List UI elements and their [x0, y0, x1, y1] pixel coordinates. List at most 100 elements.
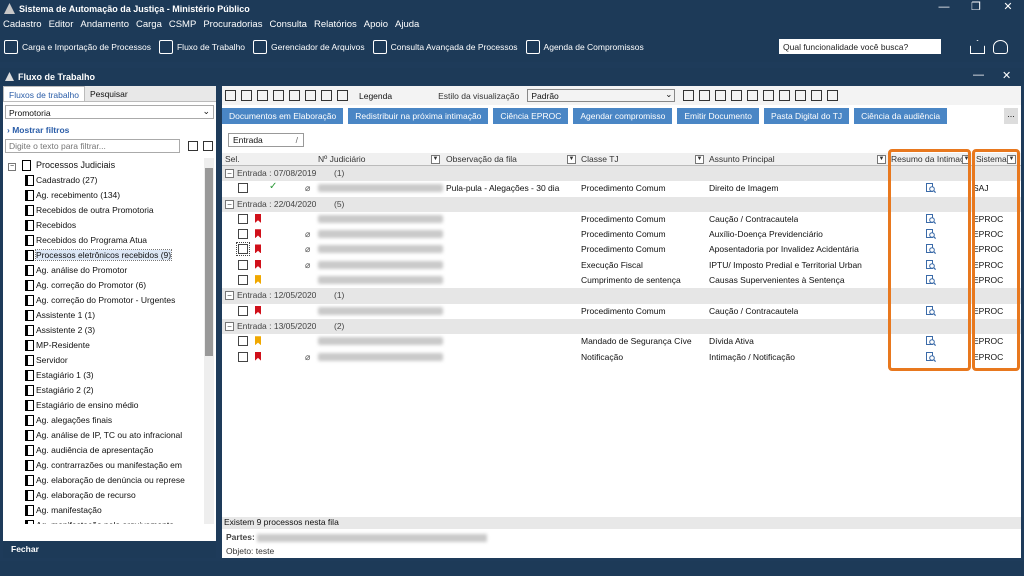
toolbar-item-4[interactable]: Agenda de Compromissos	[525, 40, 644, 54]
col-sel[interactable]: Sel.	[225, 154, 240, 164]
action-button-1[interactable]: Redistribuir na próxima intimação	[348, 108, 489, 124]
print2-icon[interactable]	[811, 90, 823, 101]
tree-item[interactable]: Estagiário 1 (3)	[3, 368, 202, 383]
tree-item[interactable]: Servidor	[3, 353, 202, 368]
close-icon[interactable]: ✕	[992, 0, 1024, 17]
row-checkbox[interactable]	[238, 213, 248, 224]
tab-search[interactable]: Pesquisar	[85, 86, 133, 101]
menu-editor[interactable]: Editor	[49, 19, 74, 30]
action-button-4[interactable]: Emitir Documento	[677, 108, 759, 124]
more-button[interactable]: ...	[1004, 108, 1018, 124]
attach-icon[interactable]	[731, 90, 743, 101]
home-icon[interactable]	[970, 40, 985, 54]
toolbar-item-2[interactable]: Gerenciador de Arquivos	[253, 40, 365, 54]
office-select[interactable]: Promotoria ⌄	[5, 105, 214, 119]
menu-cadastro[interactable]: Cadastro	[3, 19, 42, 30]
scroll-thumb[interactable]	[205, 168, 213, 356]
toolbar-item-0[interactable]: Carga e Importação de Processos	[4, 40, 151, 54]
tree-item[interactable]: Ag. elaboração de denúncia ou represe	[3, 473, 202, 488]
filter-dropdown-icon[interactable]: ▼	[877, 155, 886, 164]
tree-item[interactable]: Ag. manifestação	[3, 503, 202, 518]
collapse-icon[interactable]: −	[8, 163, 16, 171]
export-icon[interactable]	[321, 90, 332, 101]
tree-scrollbar[interactable]	[204, 158, 214, 524]
tree-item[interactable]: Ag. correção do Promotor - Urgentes	[3, 293, 202, 308]
minimize-icon[interactable]: —	[928, 0, 960, 17]
tree-item[interactable]: Ag. elaboração de recurso	[3, 488, 202, 503]
row-checkbox[interactable]	[238, 351, 248, 362]
tree-item[interactable]: Assistente 2 (3)	[3, 323, 202, 338]
tree-item[interactable]: Cadastrado (27)	[3, 173, 202, 188]
settings-icon[interactable]	[827, 90, 839, 101]
new-icon[interactable]	[225, 90, 236, 101]
group-by-chip[interactable]: Entrada /	[228, 133, 304, 147]
tree-root[interactable]: − Processos Judiciais	[3, 158, 202, 173]
tree-item[interactable]: Ag. correção do Promotor (6)	[3, 278, 202, 293]
print-icon[interactable]	[305, 90, 316, 101]
panel-close-icon[interactable]: ✕	[1002, 69, 1011, 82]
tree-item[interactable]: Ag. recebimento (134)	[3, 188, 202, 203]
collapse-icon[interactable]: −	[225, 321, 234, 331]
save-icon[interactable]	[699, 90, 711, 101]
tree-item[interactable]: Recebidos	[3, 218, 202, 233]
tree-item[interactable]: Ag. alegações finais	[3, 413, 202, 428]
show-filters-link[interactable]: › Mostrar filtros	[3, 122, 216, 138]
tree-item[interactable]: Recebidos do Programa Atua	[3, 233, 202, 248]
menu-procuradorias[interactable]: Procuradorias	[203, 19, 262, 30]
col-observacao[interactable]: Observação da fila	[446, 154, 517, 164]
action-button-2[interactable]: Ciência EPROC	[493, 108, 569, 124]
document-icon[interactable]	[763, 90, 775, 101]
filter-dropdown-icon[interactable]: ▼	[431, 155, 440, 164]
tree-item[interactable]: Ag. análise de IP, TC ou ato infracional	[3, 428, 202, 443]
edit-icon[interactable]	[715, 90, 727, 101]
row-checkbox[interactable]	[238, 183, 248, 194]
toolbar-item-3[interactable]: Consulta Avançada de Processos	[372, 40, 518, 54]
tree-icon[interactable]	[289, 90, 300, 101]
panel-minimize-icon[interactable]: —	[973, 69, 984, 81]
restore-icon[interactable]: ❐	[960, 0, 992, 17]
columns-icon[interactable]	[683, 90, 695, 101]
col-assunto[interactable]: Assunto Principal	[709, 154, 775, 164]
copy-icon[interactable]	[257, 90, 268, 101]
tree-item[interactable]: Processos eletrônicos recebidos (9)	[3, 248, 202, 263]
close-button[interactable]: Fechar	[3, 541, 216, 558]
flag-icon[interactable]	[337, 90, 348, 101]
action-button-6[interactable]: Ciência da audiência	[854, 108, 948, 124]
tree-item[interactable]: Estagiário 2 (2)	[3, 383, 202, 398]
menu-relatorios[interactable]: Relatórios	[314, 19, 357, 30]
tab-workflows[interactable]: Fluxos de trabalho	[3, 86, 85, 101]
collapse-icon[interactable]: −	[225, 199, 234, 209]
tree-item[interactable]: MP-Residente	[3, 338, 202, 353]
row-checkbox[interactable]	[238, 305, 248, 316]
list-icon[interactable]	[747, 90, 759, 101]
tree-item[interactable]: Recebidos de outra Promotoria	[3, 203, 202, 218]
toolbar-item-1[interactable]: Fluxo de Trabalho	[158, 40, 245, 54]
tree-item[interactable]: Ag. análise do Promotor	[3, 263, 202, 278]
action-button-3[interactable]: Agendar compromisso	[573, 108, 673, 124]
tree-item[interactable]: Ag. manifestação pelo arquivamento	[3, 518, 202, 524]
action-button-0[interactable]: Documentos em Elaboração	[222, 108, 344, 124]
grid-icon[interactable]	[779, 90, 791, 101]
menu-carga[interactable]: Carga	[136, 19, 162, 30]
action-button-5[interactable]: Pasta Digital do TJ	[763, 108, 850, 124]
copy-grid-icon[interactable]	[795, 90, 807, 101]
legend-label[interactable]: Legenda	[359, 91, 392, 101]
row-checkbox[interactable]	[236, 242, 250, 257]
col-numero[interactable]: Nº Judiciário	[318, 154, 366, 164]
menu-apoio[interactable]: Apoio	[364, 19, 388, 30]
collapse-icon[interactable]: −	[225, 291, 234, 301]
tree-filter-input[interactable]	[5, 139, 180, 153]
tree-item[interactable]: Estagiário de ensino médio	[3, 398, 202, 413]
menu-consulta[interactable]: Consulta	[269, 19, 307, 30]
users-icon[interactable]	[993, 40, 1008, 54]
tree-item[interactable]: Ag. audiência de apresentação	[3, 443, 202, 458]
menu-csmp[interactable]: CSMP	[169, 19, 196, 30]
filter-dropdown-icon[interactable]: ▼	[567, 155, 576, 164]
refresh-icon[interactable]	[241, 90, 252, 101]
col-classe[interactable]: Classe TJ	[581, 154, 619, 164]
view-style-select[interactable]: Padrão ⌄	[527, 89, 676, 102]
row-checkbox[interactable]	[238, 336, 248, 347]
expand-all-icon[interactable]	[188, 141, 198, 151]
filter-dropdown-icon[interactable]: ▼	[695, 155, 704, 164]
paste-icon[interactable]	[273, 90, 284, 101]
